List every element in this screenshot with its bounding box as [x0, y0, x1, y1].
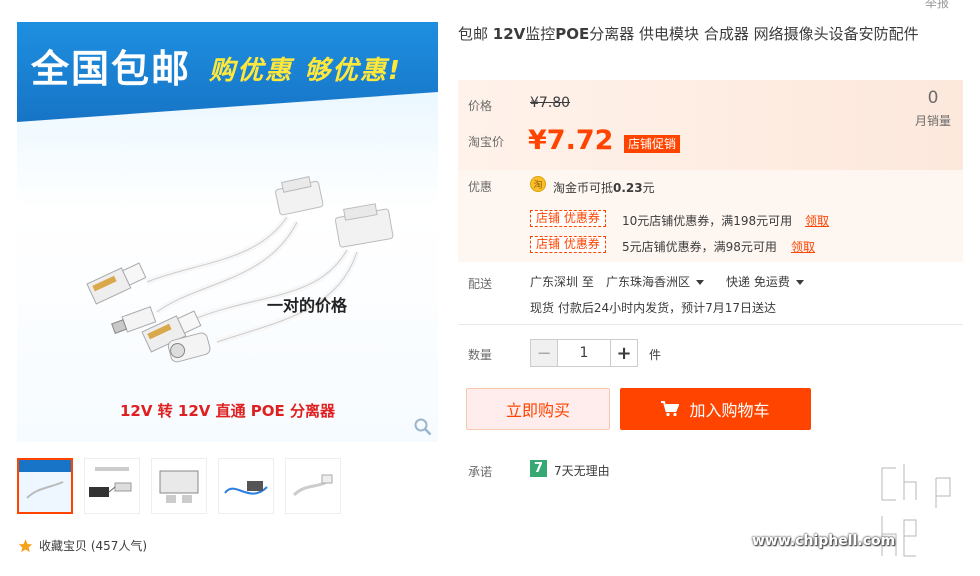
shipping-label: 配送 [468, 277, 493, 291]
watermark-url: www.chiphell.com [752, 533, 896, 549]
title-part: 监控 [525, 25, 556, 43]
thumbnail-2[interactable] [84, 458, 140, 514]
coin-deduction-text: 淘金币可抵0.23元 [553, 179, 655, 196]
monthly-sales-label: 月销量 [914, 114, 951, 128]
add-to-cart-label: 加入购物车 [689, 401, 770, 420]
quantity-decrease-button[interactable]: − [530, 339, 558, 367]
buy-now-button[interactable]: 立即购买 [466, 388, 610, 430]
thumbnail-5[interactable] [285, 458, 341, 514]
thumbnail-4[interactable] [218, 458, 274, 514]
chevron-down-icon [696, 280, 705, 285]
coin-text-prefix: 淘金币可抵 [553, 181, 614, 195]
ship-to-selector[interactable]: 广东珠海香洲区 [606, 273, 705, 290]
quantity-input[interactable]: 1 [558, 339, 610, 367]
coin-text-suffix: 元 [642, 181, 655, 195]
coupon-tag: 店铺 优惠券 [530, 210, 606, 227]
promotion-label: 优惠 [468, 180, 493, 194]
promise-label: 承诺 [468, 465, 493, 479]
shipping-method-value: 快递 免运费 [726, 275, 790, 289]
main-product-image[interactable]: 全国包邮 购优惠 够优惠! 一对的价格 12V 转 12V 直通 POE 分离器 [17, 22, 438, 442]
poe-cable-illustration [86, 176, 394, 363]
title-part: 分离器 供电模块 合成器 网络摄像头设备安防配件 [589, 25, 919, 43]
store-promotion-badge: 店铺促销 [624, 135, 681, 153]
coupon-description: 10元店铺优惠券，满198元可用 [622, 214, 793, 228]
original-price: ¥7.80 [530, 95, 571, 111]
ship-from: 广东深圳 至 [530, 275, 594, 289]
coin-icon: 淘 [530, 176, 546, 192]
title-part: 包邮 [458, 25, 493, 43]
zoom-icon[interactable] [414, 418, 432, 436]
title-part: POE [555, 25, 590, 43]
current-price: ¥7.72 [528, 125, 614, 156]
claim-coupon-link[interactable]: 领取 [791, 238, 815, 255]
buy-now-label: 立即购买 [505, 401, 570, 420]
quantity-increase-button[interactable]: + [610, 339, 638, 367]
chevron-down-icon [795, 280, 804, 285]
image-caption: 12V 转 12V 直通 POE 分离器 [119, 402, 336, 420]
cart-icon [661, 401, 680, 417]
shipping-method-selector[interactable]: 快递 免运费 [726, 273, 804, 290]
claim-coupon-link[interactable]: 领取 [805, 212, 829, 229]
coupon-tag: 店铺 优惠券 [530, 236, 606, 253]
add-to-cart-button[interactable]: 加入购物车 [620, 388, 811, 430]
monthly-sales-count: 0 [927, 88, 939, 108]
coin-amount: 0.23 [613, 181, 643, 195]
quantity-unit: 件 [649, 348, 662, 362]
delivery-estimate: 现货 付款后24小时内发货，预计7月17日送达 [530, 301, 776, 315]
favorite-link[interactable]: 收藏宝贝 (457人气) [17, 537, 147, 554]
divider [458, 324, 963, 325]
pair-price-text: 一对的价格 [267, 296, 348, 315]
svg-text:淘: 淘 [533, 179, 542, 191]
coupon-description: 5元店铺优惠券，满98元可用 [622, 240, 777, 254]
thumbnail-1[interactable] [17, 458, 73, 514]
product-page: 全国包邮 购优惠 够优惠! 一对的价格 12V 转 12V 直通 POE 分离器… [0, 0, 980, 576]
taobao-price-label: 淘宝价 [468, 135, 505, 149]
ship-to-value: 广东珠海香洲区 [606, 275, 691, 289]
title-part: 12V [492, 25, 526, 43]
product-title: 包邮 12V监控POE分离器 供电模块 合成器 网络摄像头设备安防配件 [458, 23, 963, 45]
quantity-label: 数量 [468, 348, 493, 362]
star-icon [18, 538, 33, 552]
seven-day-return-icon: 7 [530, 460, 547, 477]
report-link[interactable]: 举报 [925, 0, 949, 11]
thumbnail-3[interactable] [151, 458, 207, 514]
price-label: 价格 [468, 99, 493, 113]
promise-text[interactable]: 7天无理由 [554, 462, 610, 479]
favorite-label: 收藏宝贝 (457人气) [39, 539, 148, 553]
